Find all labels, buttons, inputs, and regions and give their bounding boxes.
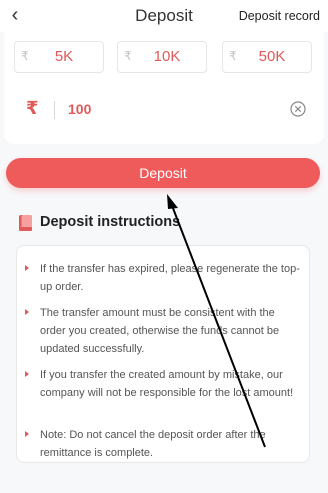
instruction-item: Note: Do not cancel the deposit order af… [25, 426, 303, 462]
clear-circle-icon[interactable] [290, 101, 306, 117]
top-bar: ‹ Deposit Deposit record [0, 0, 328, 32]
bullet-icon [25, 309, 29, 315]
bullet-icon [25, 265, 29, 271]
input-divider [54, 101, 55, 119]
rupee-icon: ₹ [26, 98, 39, 118]
quick-amount-label: 50K [258, 48, 286, 65]
book-icon [19, 215, 32, 231]
quick-amount-5k[interactable]: ₹ 5K [14, 41, 104, 73]
quick-amount-10k[interactable]: ₹ 10K [117, 41, 207, 73]
instruction-item: If the transfer has expired, please rege… [25, 260, 303, 296]
deposit-button[interactable]: Deposit [6, 158, 320, 188]
instructions-box: If the transfer has expired, please rege… [16, 245, 310, 463]
amount-value[interactable]: 100 [68, 101, 91, 117]
instructions-title: Deposit instructions [40, 214, 181, 230]
instruction-item: The transfer amount must be consistent w… [25, 304, 303, 358]
quick-amount-label: 10K [153, 48, 181, 65]
quick-amount-50k[interactable]: ₹ 50K [222, 41, 312, 73]
deposit-record-link[interactable]: Deposit record [239, 9, 320, 23]
instruction-item: If you transfer the created amount by mi… [25, 366, 303, 402]
quick-amount-label: 5K [54, 48, 74, 65]
bullet-icon [25, 431, 29, 437]
bullet-icon [25, 371, 29, 377]
amount-field[interactable]: ₹ 100 [16, 92, 312, 128]
